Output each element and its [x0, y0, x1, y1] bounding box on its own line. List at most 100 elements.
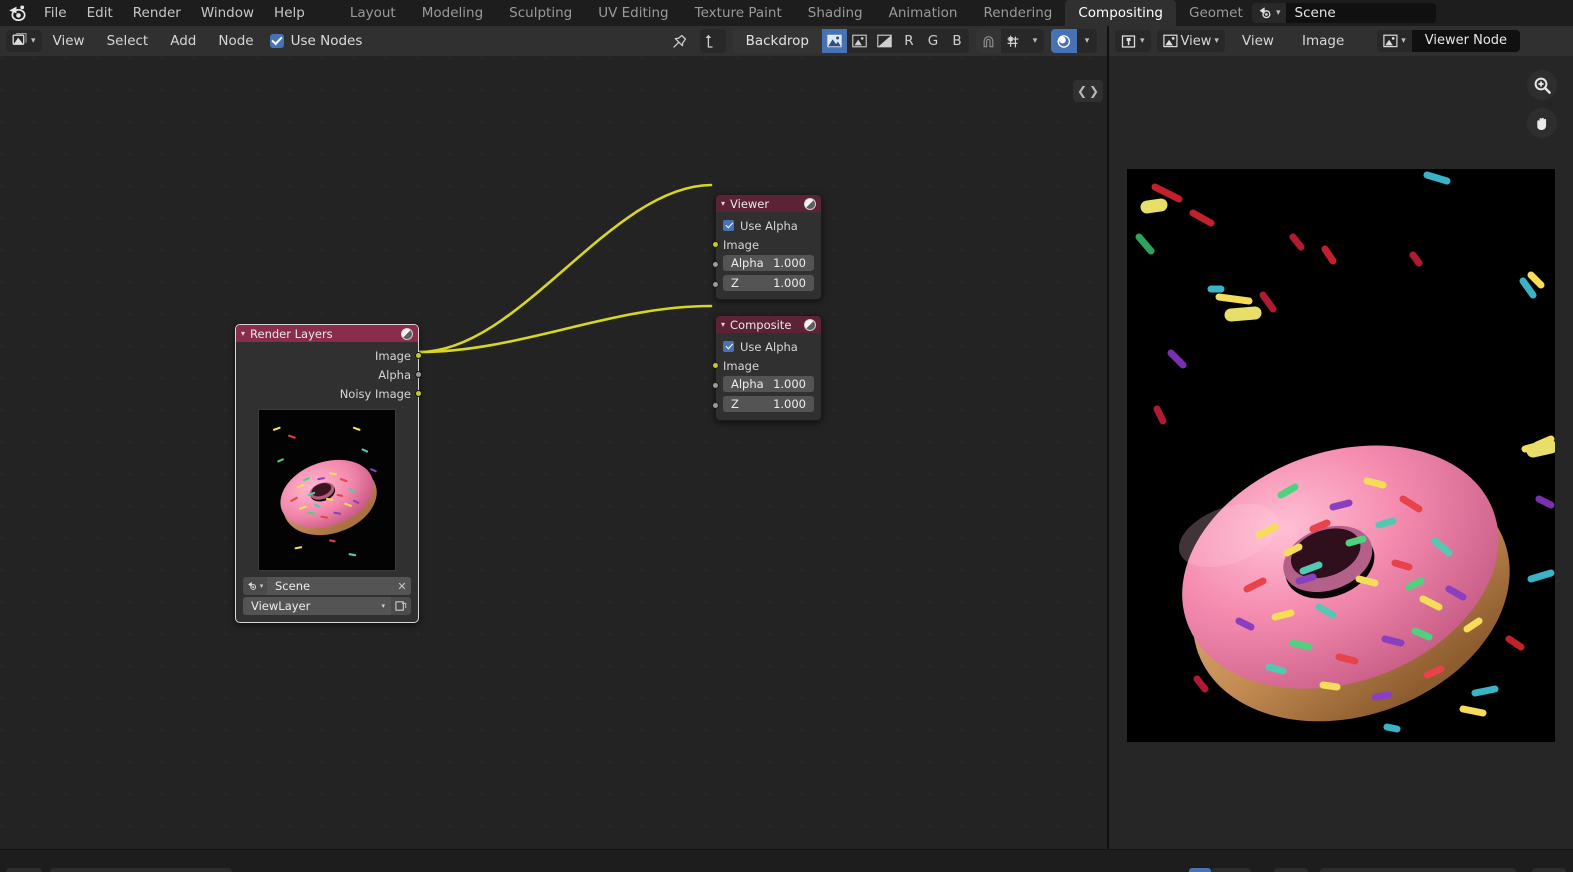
menu-render[interactable]: Render	[123, 0, 191, 26]
render-layers-viewlayer-row[interactable]: ViewLayer ▾	[243, 597, 411, 615]
socket-image-output[interactable]	[415, 352, 422, 359]
image-editor-type-button[interactable]: ▾	[1115, 30, 1151, 52]
backdrop-color-channel-button[interactable]	[822, 29, 847, 53]
render-layers-scene-row[interactable]: ▾ Scene ✕	[243, 577, 411, 595]
image-source-selector[interactable]: ▾ Viewer Node	[1377, 30, 1521, 52]
workspace-tab-compositing[interactable]: Compositing	[1065, 0, 1176, 26]
socket-z-input[interactable]	[712, 401, 719, 409]
sidebar-toggle-button[interactable]: ❮ ❯	[1073, 80, 1103, 102]
snap-toggle-button[interactable]	[976, 29, 1001, 53]
node-preview-icon	[804, 318, 816, 331]
viewer-input-z[interactable]: Z 1.000	[712, 275, 821, 294]
pan-button[interactable]	[1527, 108, 1557, 138]
viewer-z-field[interactable]: Z 1.000	[723, 275, 814, 291]
image-menu-image[interactable]: Image	[1291, 26, 1355, 56]
node-viewer[interactable]: ▾ Viewer Use Alpha Image Alpha 1.000 Z 1…	[712, 194, 822, 300]
render-layers-scene-name[interactable]: Scene	[267, 577, 393, 595]
composite-input-z[interactable]: Z 1.000	[712, 396, 821, 415]
use-nodes-toggle[interactable]: Use Nodes	[269, 33, 362, 49]
render-layers-output-image[interactable]: Image	[236, 346, 422, 365]
image-source-name[interactable]: Viewer Node	[1411, 30, 1521, 52]
composite-input-image[interactable]: Image	[712, 356, 821, 375]
node-composite-header[interactable]: ▾ Composite	[716, 316, 821, 333]
pin-icon	[673, 34, 687, 48]
close-icon[interactable]: ✕	[393, 577, 411, 595]
render-layers-output-noisy-image[interactable]: Noisy Image	[236, 384, 422, 403]
viewer-input-alpha[interactable]: Alpha 1.000	[712, 255, 821, 274]
menu-edit[interactable]: Edit	[77, 0, 123, 26]
snap-dropdown-button[interactable]: ▾	[1026, 29, 1044, 53]
socket-z-input[interactable]	[712, 280, 719, 288]
node-menu-node[interactable]: Node	[207, 26, 264, 56]
backdrop-bw-channel-button[interactable]	[872, 29, 897, 53]
viewer-alpha-field[interactable]: Alpha 1.000	[723, 255, 814, 271]
snap-grid-icon	[1007, 35, 1019, 47]
backdrop-channel-g-button[interactable]: G	[921, 29, 945, 53]
node-render-layers-header[interactable]: ▾ Render Layers	[236, 325, 418, 342]
viewer-input-image[interactable]: Image	[712, 235, 821, 254]
node-menu-view[interactable]: View	[42, 26, 96, 56]
menu-window[interactable]: Window	[191, 0, 264, 26]
backdrop-toggle[interactable]: Backdrop	[732, 29, 822, 53]
proportional-edit-toggle[interactable]	[1051, 29, 1077, 53]
render-layers-output-alpha[interactable]: Alpha	[236, 365, 422, 384]
node-editor-canvas[interactable]: ❮ ❯ ▾ Viewer Use Alpha Image Alpha 1.000…	[0, 56, 1107, 849]
composite-input-alpha[interactable]: Alpha 1.000	[712, 376, 821, 395]
render-layers-viewlayer-select[interactable]: ViewLayer ▾	[243, 597, 391, 615]
chevron-down-icon[interactable]: ▾	[721, 320, 725, 329]
snap-target-button[interactable]	[1001, 29, 1026, 53]
render-result-image[interactable]	[1127, 169, 1555, 742]
scene-browse-button[interactable]: ▾	[1252, 3, 1286, 23]
socket-alpha-output[interactable]	[415, 371, 422, 378]
new-viewlayer-button[interactable]	[391, 597, 411, 615]
workspace-tab-texture-paint[interactable]: Texture Paint	[682, 0, 795, 26]
node-composite[interactable]: ▾ Composite Use Alpha Image Alpha 1.000 …	[712, 315, 822, 421]
workspace-tab-uv-editing[interactable]: UV Editing	[585, 0, 681, 26]
composite-z-field[interactable]: Z 1.000	[723, 396, 814, 412]
scene-browse-button[interactable]: ▾	[243, 577, 267, 595]
zoom-in-button[interactable]	[1527, 70, 1557, 100]
editor-type-button[interactable]: ▾	[6, 30, 42, 52]
workspace-tab-sculpting[interactable]: Sculpting	[496, 0, 585, 26]
node-viewer-header[interactable]: ▾ Viewer	[716, 195, 821, 212]
workspace-tab-animation[interactable]: Animation	[876, 0, 971, 26]
composite-use-alpha-row[interactable]: Use Alpha	[716, 337, 821, 356]
image-editor-mode-button[interactable]: View ▾	[1156, 30, 1225, 52]
backdrop-channel-b-button[interactable]: B	[945, 29, 969, 53]
socket-image-input[interactable]	[712, 241, 719, 248]
workspace-tab-modeling[interactable]: Modeling	[409, 0, 496, 26]
chevron-down-icon[interactable]: ▾	[241, 329, 245, 338]
node-menu-select[interactable]: Select	[96, 26, 160, 56]
socket-image-input[interactable]	[712, 362, 719, 369]
render-layers-preview	[258, 409, 396, 571]
backdrop-alpha-channel-button[interactable]	[847, 29, 872, 53]
workspace-tab-rendering[interactable]: Rendering	[970, 0, 1065, 26]
node-menu-add[interactable]: Add	[159, 26, 207, 56]
workspace-tabs: Layout Modeling Sculpting UV Editing Tex…	[337, 0, 1244, 26]
socket-alpha-input[interactable]	[712, 381, 719, 389]
image-color-icon	[827, 34, 842, 48]
pin-button[interactable]	[667, 29, 693, 53]
workspace-tab-geometry-nodes[interactable]: Geometry Nodes	[1176, 0, 1244, 26]
chevron-down-icon: ▾	[381, 602, 385, 610]
backdrop-channel-r-button[interactable]: R	[897, 29, 921, 53]
image-source-browse-button[interactable]: ▾	[1377, 30, 1412, 52]
status-bar	[0, 849, 1573, 872]
proportional-falloff-dropdown[interactable]: ▾	[1077, 29, 1097, 53]
workspace-tab-shading[interactable]: Shading	[795, 0, 876, 26]
blender-logo-icon[interactable]	[0, 0, 34, 26]
socket-noisy-image-output[interactable]	[415, 390, 422, 397]
image-menu-view[interactable]: View	[1231, 26, 1285, 56]
workspace-tab-layout[interactable]: Layout	[337, 0, 409, 26]
image-editor-body[interactable]	[1109, 56, 1573, 849]
composite-alpha-field[interactable]: Alpha 1.000	[723, 376, 814, 392]
scene-name-field[interactable]: Scene	[1285, 3, 1436, 23]
socket-alpha-input[interactable]	[712, 260, 719, 268]
go-to-parent-button[interactable]	[699, 29, 726, 53]
scene-selector[interactable]: ▾ Scene	[1252, 3, 1436, 23]
menu-file[interactable]: File	[34, 0, 77, 26]
node-render-layers[interactable]: ▾ Render Layers Image Alpha Noisy Image	[235, 324, 422, 623]
menu-help[interactable]: Help	[264, 0, 315, 26]
viewer-use-alpha-row[interactable]: Use Alpha	[716, 216, 821, 235]
chevron-down-icon[interactable]: ▾	[721, 199, 725, 208]
